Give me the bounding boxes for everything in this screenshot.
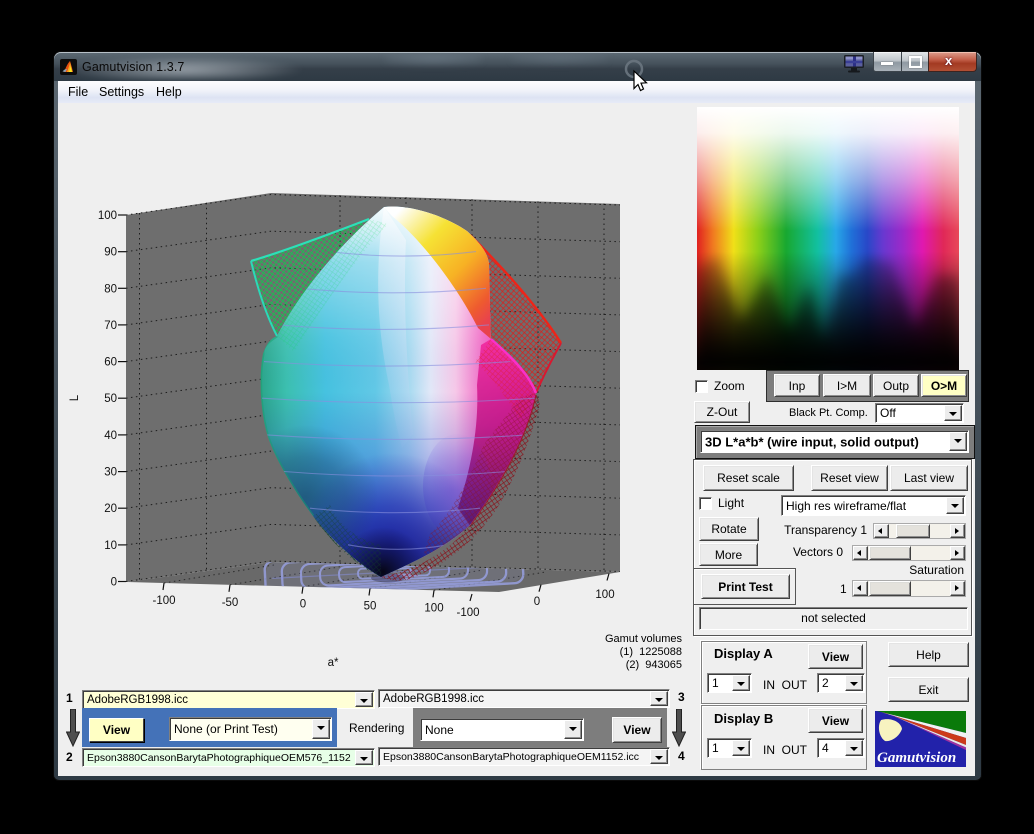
- svg-text:20: 20: [104, 503, 117, 515]
- svg-text:-100: -100: [152, 595, 175, 607]
- svg-text:60: 60: [104, 357, 117, 369]
- svg-text:50: 50: [364, 601, 377, 613]
- svg-text:70: 70: [104, 320, 117, 332]
- svg-text:a*: a*: [328, 657, 339, 669]
- svg-text:100: 100: [595, 589, 614, 601]
- svg-text:0: 0: [300, 599, 306, 611]
- svg-text:0: 0: [534, 596, 540, 608]
- svg-text:L: L: [69, 394, 81, 401]
- svg-text:-100: -100: [456, 607, 479, 619]
- svg-text:Gamutvision: Gamutvision: [877, 750, 956, 766]
- svg-text:50: 50: [104, 393, 117, 405]
- svg-text:10: 10: [104, 540, 117, 552]
- svg-text:-50: -50: [222, 597, 239, 609]
- svg-text:40: 40: [104, 430, 117, 442]
- svg-text:0: 0: [111, 577, 117, 589]
- svg-text:100: 100: [424, 602, 443, 614]
- svg-text:90: 90: [104, 247, 117, 259]
- svg-text:30: 30: [104, 467, 117, 479]
- svg-text:100: 100: [98, 210, 117, 222]
- svg-text:80: 80: [104, 283, 117, 295]
